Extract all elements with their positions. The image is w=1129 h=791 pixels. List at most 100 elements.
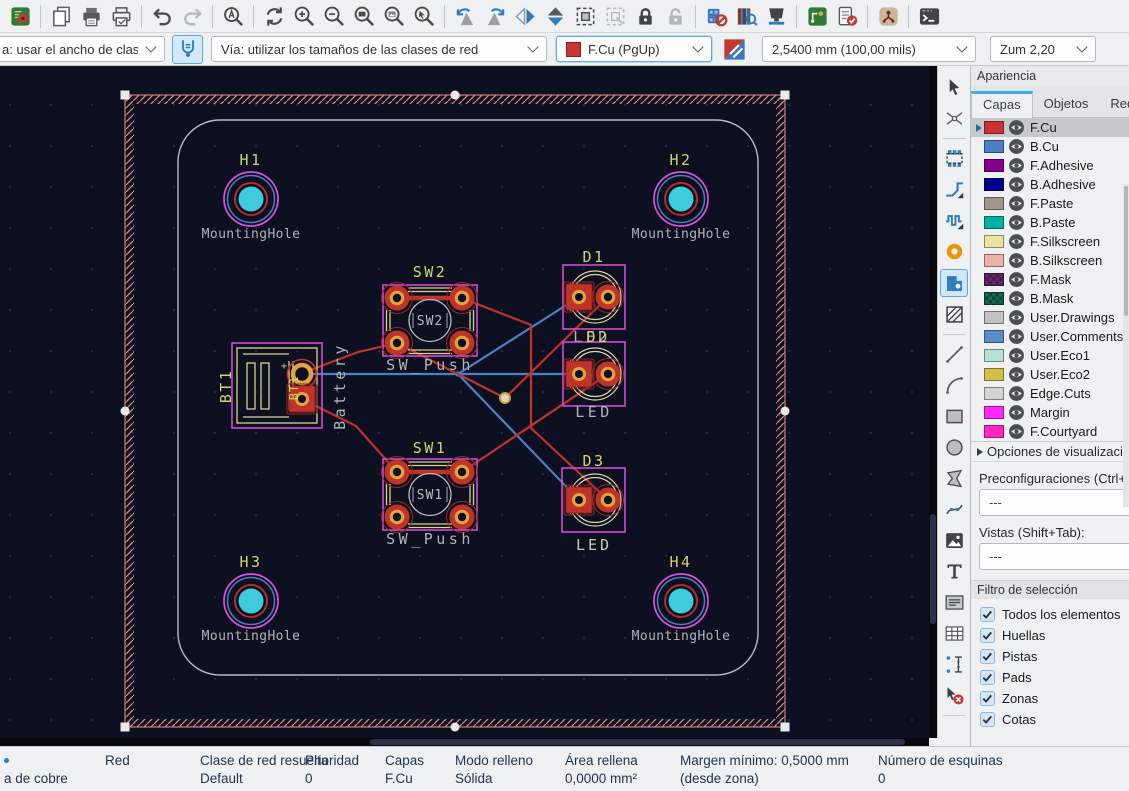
copy-pages-button[interactable] bbox=[46, 2, 76, 30]
visibility-eye-icon[interactable] bbox=[1008, 290, 1025, 307]
layer-color-swatch[interactable] bbox=[984, 235, 1004, 248]
layer-color-swatch[interactable] bbox=[984, 406, 1004, 419]
layer-color-swatch[interactable] bbox=[984, 349, 1004, 362]
layer-color-swatch[interactable] bbox=[984, 121, 1004, 134]
redo-button[interactable] bbox=[177, 2, 207, 30]
net-inspector-button[interactable] bbox=[873, 2, 903, 30]
via[interactable] bbox=[500, 393, 510, 403]
visibility-eye-icon[interactable] bbox=[1008, 138, 1025, 155]
local-ratsnest-button[interactable] bbox=[940, 105, 968, 132]
layer-row-b-silkscreen[interactable]: B.Silkscreen bbox=[971, 251, 1129, 270]
visibility-eye-icon[interactable] bbox=[1008, 271, 1025, 288]
layer-row-f-paste[interactable]: F.Paste bbox=[971, 194, 1129, 213]
visibility-eye-icon[interactable] bbox=[1008, 157, 1025, 174]
layer-row-b-cu[interactable]: B.Cu bbox=[971, 137, 1129, 156]
layer-color-swatch[interactable] bbox=[984, 178, 1004, 191]
layer-color-swatch[interactable] bbox=[984, 425, 1004, 438]
place-table-button[interactable] bbox=[940, 620, 968, 647]
draw-arc-button[interactable] bbox=[940, 372, 968, 399]
layer-color-swatch[interactable] bbox=[984, 330, 1004, 343]
filter-item-pads[interactable]: Pads bbox=[971, 667, 1129, 688]
visibility-eye-icon[interactable] bbox=[1008, 176, 1025, 193]
place-text-button[interactable] bbox=[940, 558, 968, 585]
search-button[interactable] bbox=[218, 2, 248, 30]
scrollbar-thumb[interactable] bbox=[1124, 186, 1128, 316]
pcb-canvas[interactable]: H1 MountingHole H2 MountingHole H3 Mount… bbox=[0, 66, 929, 738]
canvas-horizontal-scrollbar[interactable] bbox=[0, 738, 929, 746]
layer-row-f-courtyard[interactable]: F.Courtyard bbox=[971, 422, 1129, 441]
layer-row-b-paste[interactable]: B.Paste bbox=[971, 213, 1129, 232]
footprint-browser-button[interactable] bbox=[731, 2, 761, 30]
rotate-cw-button[interactable] bbox=[480, 2, 510, 30]
panel-scrollbar[interactable] bbox=[1123, 184, 1129, 507]
plot-button[interactable] bbox=[106, 2, 136, 30]
place-via-button[interactable] bbox=[940, 238, 968, 265]
refresh-button[interactable] bbox=[259, 2, 289, 30]
place-textbox-button[interactable] bbox=[940, 589, 968, 616]
layer-color-swatch[interactable] bbox=[984, 140, 1004, 153]
visibility-eye-icon[interactable] bbox=[1008, 309, 1025, 326]
checkbox[interactable] bbox=[980, 649, 995, 664]
layer-color-swatch[interactable] bbox=[984, 368, 1004, 381]
auto-track-width-button[interactable] bbox=[172, 35, 203, 64]
checkbox[interactable] bbox=[980, 607, 995, 622]
draw-bezier-button[interactable] bbox=[940, 496, 968, 523]
draw-circle-button[interactable] bbox=[940, 434, 968, 461]
layer-row-margin[interactable]: Margin bbox=[971, 403, 1129, 422]
layer-row-f-mask[interactable]: F.Mask bbox=[971, 270, 1129, 289]
visibility-eye-icon[interactable] bbox=[1008, 404, 1025, 421]
tune-length-button[interactable] bbox=[940, 207, 968, 234]
layer-row-f-cu[interactable]: F.Cu bbox=[971, 118, 1129, 137]
layer-row-b-mask[interactable]: B.Mask bbox=[971, 289, 1129, 308]
active-layer-select[interactable]: F.Cu (PgUp) bbox=[556, 36, 712, 62]
via-size-select[interactable]: Vía: utilizar los tamaños de las clases … bbox=[211, 36, 547, 62]
filter-item-cotas[interactable]: Cotas bbox=[971, 709, 1129, 730]
visibility-eye-icon[interactable] bbox=[1008, 252, 1025, 269]
draw-rectangle-button[interactable] bbox=[940, 403, 968, 430]
layer-row-user-eco2[interactable]: User.Eco2 bbox=[971, 365, 1129, 384]
undo-button[interactable] bbox=[147, 2, 177, 30]
zoom-select[interactable]: Zum 2,20 bbox=[990, 36, 1096, 62]
scrollbar-thumb[interactable] bbox=[370, 739, 905, 745]
viewer-3d-button[interactable] bbox=[761, 2, 791, 30]
route-tracks-button[interactable] bbox=[940, 176, 968, 203]
rule-area-button[interactable] bbox=[940, 301, 968, 328]
visibility-eye-icon[interactable] bbox=[1008, 423, 1025, 440]
display-options-header[interactable]: Opciones de visualización bbox=[971, 441, 1129, 462]
filter-item-pistas[interactable]: Pistas bbox=[971, 646, 1129, 667]
zoom-out-button[interactable] bbox=[319, 2, 349, 30]
mirror-vertical-button[interactable] bbox=[540, 2, 570, 30]
layer-color-swatch[interactable] bbox=[984, 197, 1004, 210]
place-footprint-button[interactable] bbox=[940, 145, 968, 172]
layer-pair-icon[interactable] bbox=[719, 34, 750, 65]
track-width-select[interactable]: a: usar el ancho de clase de red bbox=[0, 36, 165, 62]
zoom-fit-objects-button[interactable] bbox=[379, 2, 409, 30]
layer-color-swatch[interactable] bbox=[984, 216, 1004, 229]
tab-redes[interactable]: Redes bbox=[1099, 91, 1129, 117]
grid-select[interactable]: 2,5400 mm (100,00 mils) bbox=[762, 36, 976, 62]
checkbox[interactable] bbox=[980, 691, 995, 706]
print-button[interactable] bbox=[76, 2, 106, 30]
layer-row-user-eco1[interactable]: User.Eco1 bbox=[971, 346, 1129, 365]
draw-polygon-button[interactable] bbox=[940, 465, 968, 492]
views-select[interactable]: --- bbox=[979, 543, 1129, 570]
draw-line-button[interactable] bbox=[940, 341, 968, 368]
delete-tool-button[interactable] bbox=[940, 682, 968, 709]
place-image-button[interactable] bbox=[940, 527, 968, 554]
canvas-vertical-scrollbar[interactable] bbox=[929, 66, 937, 738]
layer-row-f-adhesive[interactable]: F.Adhesive bbox=[971, 156, 1129, 175]
layer-row-edge-cuts[interactable]: Edge.Cuts bbox=[971, 384, 1129, 403]
filter-item-todos-los-elementos[interactable]: Todos los elementos bbox=[971, 604, 1129, 625]
layer-color-swatch[interactable] bbox=[984, 159, 1004, 172]
group-button[interactable] bbox=[570, 2, 600, 30]
tab-objetos[interactable]: Objetos bbox=[1033, 91, 1100, 117]
ungroup-button[interactable] bbox=[600, 2, 630, 30]
unlock-button[interactable] bbox=[660, 2, 690, 30]
layer-row-b-adhesive[interactable]: B.Adhesive bbox=[971, 175, 1129, 194]
presets-select[interactable]: --- bbox=[979, 489, 1129, 516]
layer-color-swatch[interactable] bbox=[984, 311, 1004, 324]
layer-color-swatch[interactable] bbox=[984, 292, 1004, 305]
layer-row-user-comments[interactable]: User.Comments bbox=[971, 327, 1129, 346]
visibility-eye-icon[interactable] bbox=[1008, 366, 1025, 383]
visibility-eye-icon[interactable] bbox=[1008, 214, 1025, 231]
